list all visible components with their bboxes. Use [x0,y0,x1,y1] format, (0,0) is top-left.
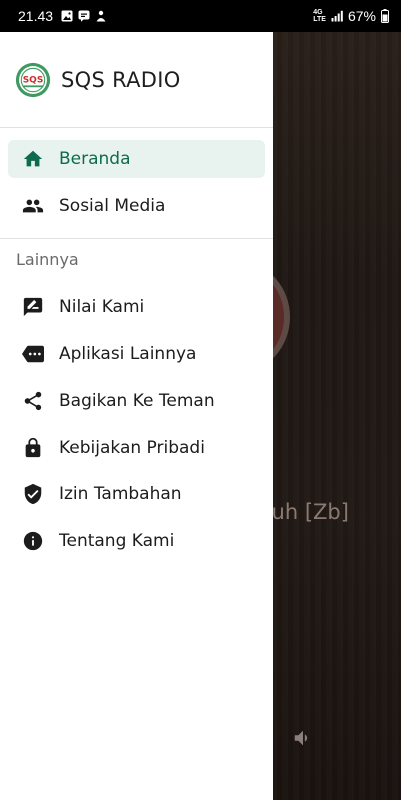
status-bar: 21.43 4G LTE 67% [0,0,401,32]
menu-item-kebijakan-pribadi[interactable]: Kebijakan Pribadi [8,429,265,467]
menu-label: Kebijakan Pribadi [59,438,205,458]
network-type: 4G LTE [313,9,326,23]
app-icon [96,10,106,22]
battery-percent: 67% [347,8,376,24]
status-time: 21.43 [18,8,54,24]
menu-label: Sosial Media [59,196,166,216]
people-icon [22,195,44,217]
navigation-drawer: SQS SQS RADIO Beranda Sosial Media Lainn… [0,32,273,800]
status-right: 4G LTE 67% [313,8,389,24]
share-icon [22,390,44,412]
menu-item-tentang-kami[interactable]: Tentang Kami [8,522,265,560]
app-title: SQS RADIO [61,67,181,92]
info-icon [22,530,44,552]
message-icon [78,10,90,22]
shield-check-icon [22,483,44,505]
menu-item-aplikasi-lainnya[interactable]: Aplikasi Lainnya [8,335,265,373]
menu-label: Bagikan Ke Teman [59,391,215,411]
drawer-divider [0,238,273,239]
menu-item-izin-tambahan[interactable]: Izin Tambahan [8,475,265,513]
menu-label: Nilai Kami [59,297,145,317]
lock-icon [22,437,44,459]
app-logo-icon: SQS [15,62,51,97]
signal-icon [331,10,343,22]
status-left: 21.43 [18,8,107,24]
battery-icon [381,9,389,23]
drawer-header: SQS SQS RADIO [0,32,273,128]
menu-item-nilai-kami[interactable]: Nilai Kami [8,288,265,326]
menu-item-sosial-media[interactable]: Sosial Media [8,187,265,225]
menu-item-bagikan-ke-teman[interactable]: Bagikan Ke Teman [8,382,265,420]
menu-label: Beranda [59,149,131,169]
section-title-lainnya: Lainnya [16,250,79,269]
menu-label: Tentang Kami [59,531,175,551]
menu-item-beranda[interactable]: Beranda [8,140,265,178]
more-apps-icon [22,343,44,365]
volume-icon[interactable] [292,727,314,749]
home-icon [22,148,44,170]
menu-label: Aplikasi Lainnya [59,344,197,364]
image-icon [61,10,73,22]
menu-label: Izin Tambahan [59,484,182,504]
app-logo-text: SQS [23,75,44,85]
rate-icon [22,296,44,318]
